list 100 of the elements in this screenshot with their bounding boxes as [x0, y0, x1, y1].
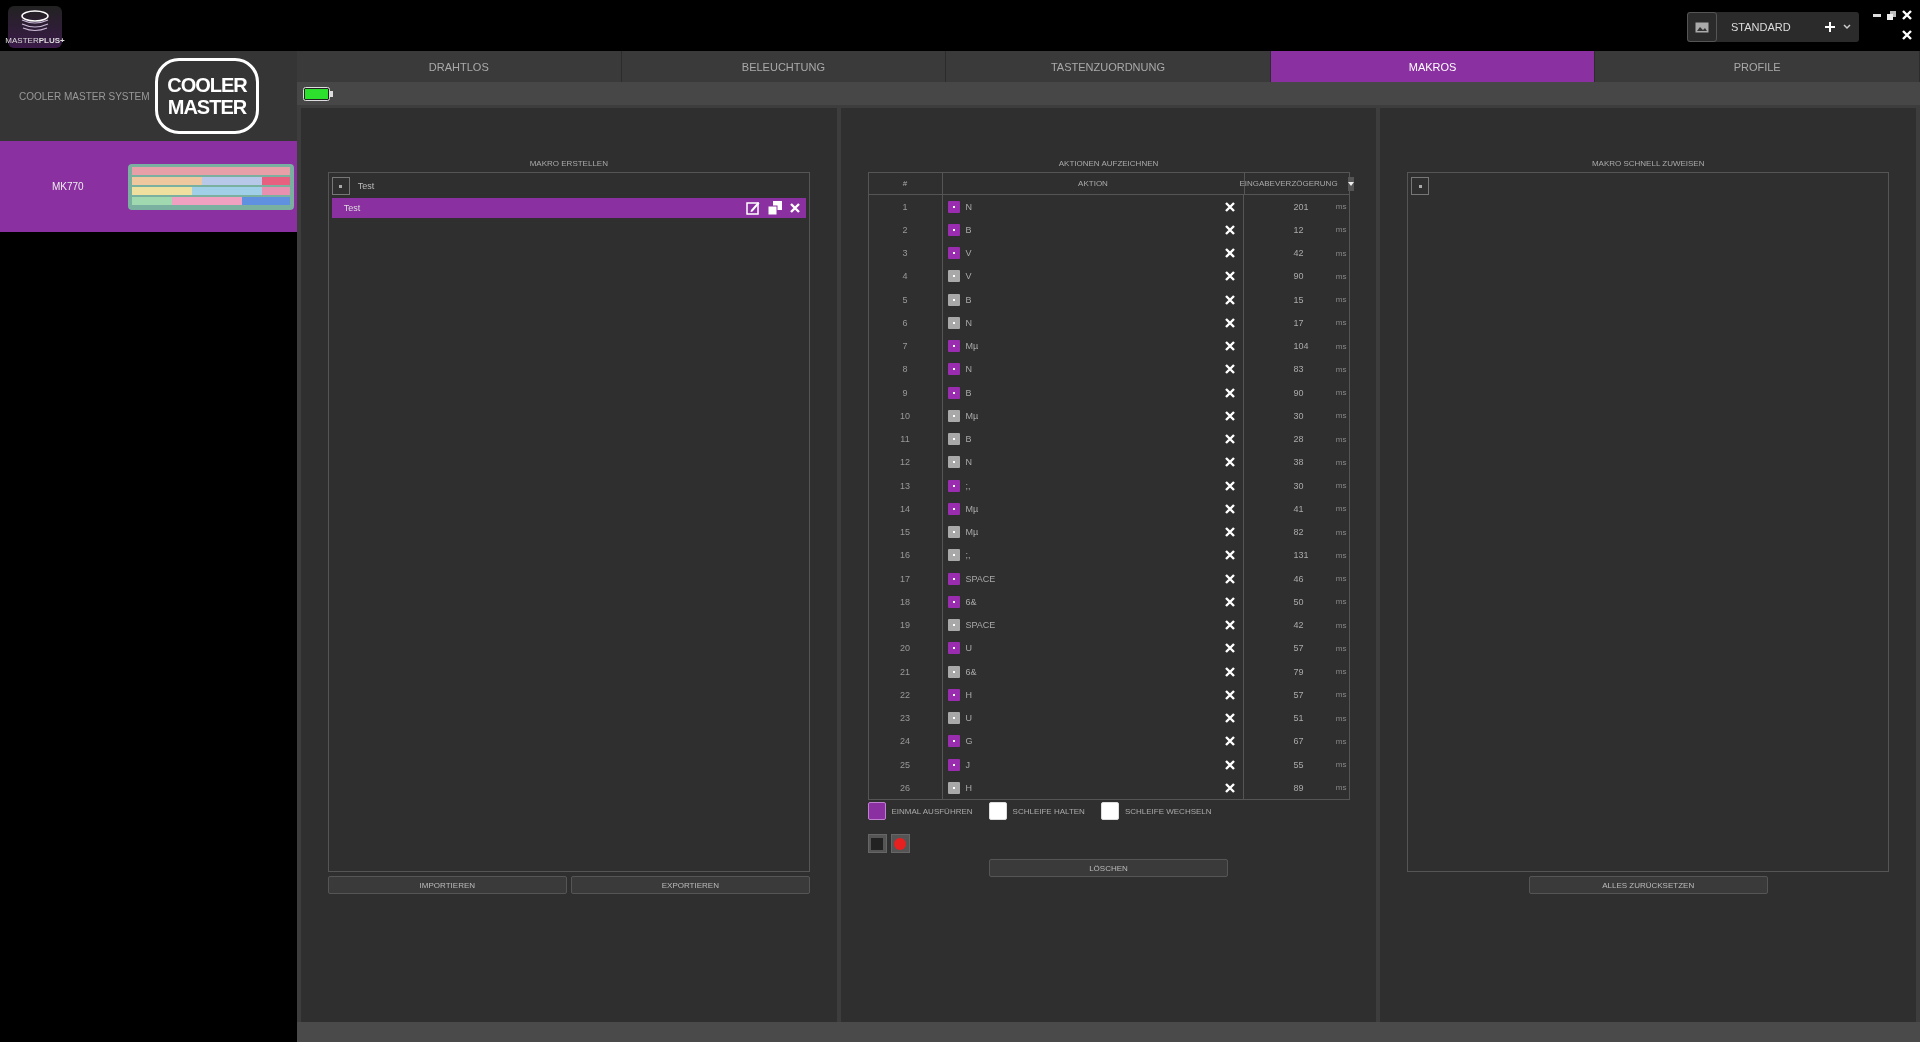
delete-icon[interactable] [1224, 434, 1235, 445]
delay-value: 104 [1293, 341, 1309, 352]
delay-unit: ms [1335, 574, 1347, 584]
close-icon[interactable] [1902, 30, 1912, 40]
edit-icon[interactable] [745, 201, 760, 215]
key-name: B [965, 224, 973, 235]
device-card[interactable]: MK770 [0, 141, 297, 232]
delete-icon[interactable] [1224, 573, 1235, 584]
key-name: U [965, 713, 973, 724]
nav-tab[interactable]: MAKROS [1270, 51, 1596, 82]
delete-icon[interactable] [1224, 643, 1235, 654]
delay-value: 82 [1293, 527, 1304, 538]
delay-value: 28 [1293, 434, 1304, 445]
macro-item[interactable]: Test [331, 198, 806, 218]
profile-selector[interactable]: STANDARD [1687, 12, 1859, 42]
restore-icon[interactable] [1887, 10, 1896, 20]
delete-icon[interactable] [1224, 759, 1235, 770]
new-macro-name: Test [357, 181, 375, 191]
delay-unit: ms [1335, 736, 1347, 746]
add-button[interactable] [331, 177, 350, 195]
key-name: SPACE [965, 573, 997, 584]
delete-icon[interactable] [1224, 782, 1235, 793]
row-number: 12 [899, 457, 911, 468]
delay-unit: ms [1335, 760, 1347, 770]
delete-icon[interactable] [1224, 596, 1235, 607]
delete-icon[interactable] [1224, 271, 1235, 282]
delay-unit: ms [1335, 667, 1347, 677]
key-name: N [965, 457, 973, 468]
delay-unit: ms [1335, 225, 1347, 235]
dropdown-button[interactable] [1347, 176, 1354, 191]
delay-unit: ms [1335, 388, 1347, 398]
row-number: 6 [901, 317, 909, 328]
action-button[interactable]: EXPORTIEREN [570, 876, 810, 894]
delay-unit: ms [1335, 248, 1347, 258]
delay-unit: ms [1335, 504, 1347, 514]
column-header: EINGABEVERZÖGERUNG [1239, 179, 1338, 188]
row-number: 24 [899, 736, 911, 747]
delete-icon[interactable] [789, 203, 800, 213]
delay-unit: ms [1335, 713, 1347, 723]
mode-checkbox[interactable] [867, 802, 886, 820]
delete-icon[interactable] [1224, 736, 1235, 747]
key-name: SPACE [965, 620, 997, 631]
delay-unit: ms [1335, 341, 1347, 351]
delete-icon[interactable] [1224, 364, 1235, 375]
chevron-down-icon[interactable] [1843, 24, 1851, 30]
add-button[interactable] [1411, 177, 1430, 195]
delete-icon[interactable] [1224, 620, 1235, 631]
key-name: 6& [965, 666, 978, 677]
delete-icon[interactable] [1224, 666, 1235, 677]
row-number: 14 [899, 503, 911, 514]
delete-icon[interactable] [1224, 503, 1235, 514]
delay-unit: ms [1335, 271, 1347, 281]
delay-unit: ms [1335, 620, 1347, 630]
delay-value: 30 [1293, 480, 1304, 491]
row-number: 17 [899, 573, 911, 584]
delay-unit: ms [1335, 527, 1347, 537]
delay-unit: ms [1335, 364, 1347, 374]
delete-icon[interactable] [1224, 713, 1235, 724]
minimize-icon[interactable] [1873, 13, 1881, 17]
delete-icon[interactable] [1224, 317, 1235, 328]
action-button[interactable]: IMPORTIEREN [327, 876, 567, 894]
delete-icon[interactable] [1224, 224, 1235, 235]
delete-icon[interactable] [1224, 341, 1235, 352]
record-button[interactable] [890, 834, 910, 853]
key-name: Mµ [965, 410, 980, 421]
delay-unit: ms [1335, 457, 1347, 467]
delay-unit: ms [1335, 318, 1347, 328]
reset-button[interactable]: ALLES ZURÜCKSETZEN [1528, 876, 1768, 894]
mode-label: EINMAL AUSFÜHREN [891, 806, 973, 816]
row-number: 9 [901, 387, 909, 398]
delete-icon[interactable] [1224, 480, 1235, 491]
delete-icon[interactable] [1224, 550, 1235, 561]
delete-icon[interactable] [1224, 201, 1235, 212]
key-name: ;, [965, 480, 972, 491]
row-number: 1 [901, 201, 909, 212]
delay-value: 57 [1293, 643, 1304, 654]
close-icon[interactable] [1902, 10, 1912, 20]
row-number: 18 [899, 596, 911, 607]
delete-icon[interactable] [1224, 457, 1235, 468]
delete-icon[interactable] [1224, 410, 1235, 421]
copy-icon[interactable] [767, 201, 782, 215]
plus-icon[interactable] [1825, 22, 1835, 32]
delete-icon[interactable] [1224, 248, 1235, 259]
delete-icon[interactable] [1224, 527, 1235, 538]
row-number: 25 [899, 759, 911, 770]
image-icon [1695, 21, 1709, 33]
column-header: AKTION [1078, 179, 1108, 188]
delay-value: 57 [1293, 689, 1304, 700]
delay-unit: ms [1335, 434, 1347, 444]
row-number: 21 [899, 666, 911, 677]
row-number: 4 [901, 271, 909, 282]
key-name: J [965, 759, 971, 770]
delete-icon[interactable] [1224, 294, 1235, 305]
row-number: 13 [899, 480, 911, 491]
key-name: B [965, 294, 973, 305]
stop-button[interactable] [867, 834, 887, 853]
row-number: 5 [901, 294, 909, 305]
delete-icon[interactable] [1224, 387, 1235, 398]
clear-button[interactable]: LÖSCHEN [989, 859, 1228, 877]
delete-icon[interactable] [1224, 689, 1235, 700]
